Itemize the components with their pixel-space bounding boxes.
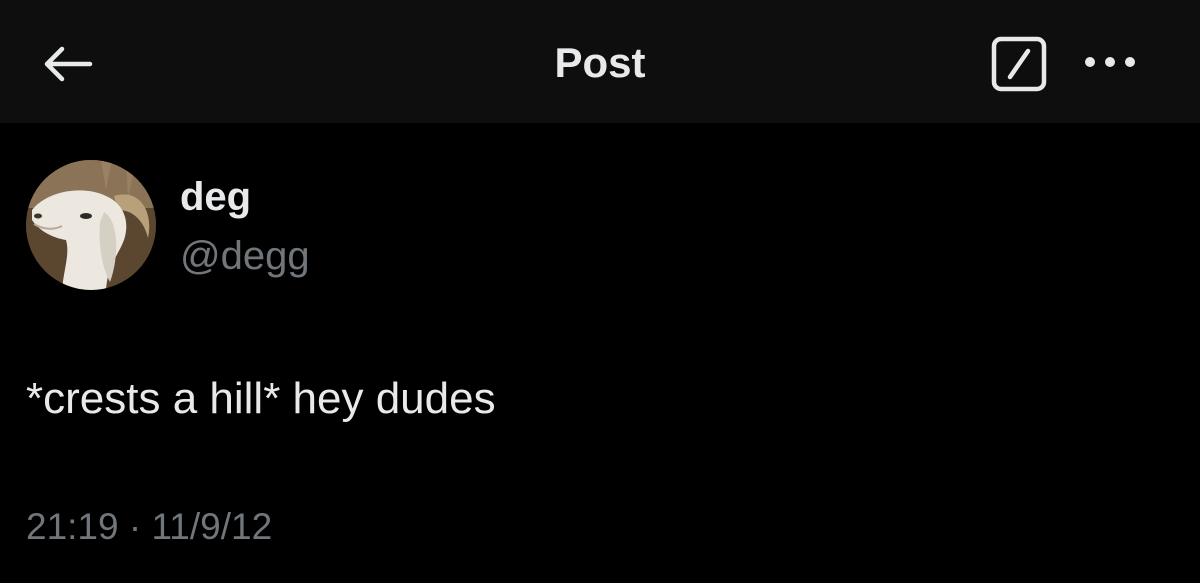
post-timestamp[interactable]: 21:19 · 11/9/12 [26,504,272,550]
edit-box-icon [991,36,1047,92]
avatar[interactable] [26,160,156,290]
top-bar: Post [0,0,1200,123]
post-text: *crests a hill* hey dudes [26,374,496,423]
more-horizontal-icon [1085,57,1135,67]
edit-post-button[interactable] [988,36,1050,92]
goat-avatar-image [26,160,156,290]
more-options-button[interactable] [1078,40,1142,84]
author-name[interactable]: deg [180,173,251,221]
author-handle[interactable]: @degg [180,232,310,280]
